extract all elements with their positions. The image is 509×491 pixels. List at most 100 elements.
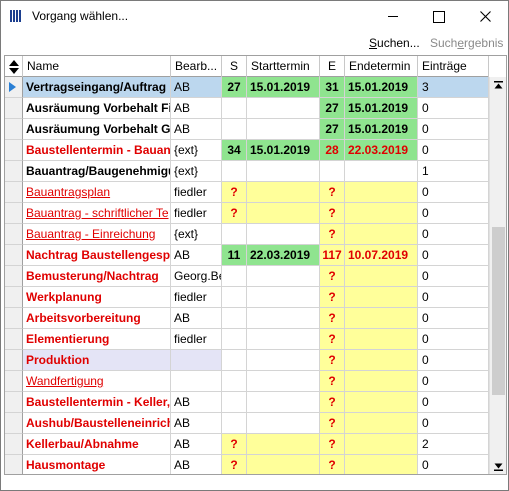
cell-bearb[interactable]: fiedler <box>171 203 222 224</box>
cell-start[interactable] <box>247 413 320 434</box>
cell-s[interactable] <box>222 329 247 350</box>
cell-count[interactable]: 0 <box>418 455 489 474</box>
maximize-icon[interactable] <box>416 1 462 32</box>
cell-s[interactable] <box>222 308 247 329</box>
cell-bearb[interactable]: AB <box>171 308 222 329</box>
cell-end[interactable]: 15.01.2019 <box>345 98 418 119</box>
cell-start[interactable]: 15.01.2019 <box>247 77 320 98</box>
cell-bearb[interactable]: fiedler <box>171 182 222 203</box>
cell-name[interactable]: Baustellentermin - Bauan <box>23 140 171 161</box>
vertical-scrollbar[interactable] <box>489 77 506 474</box>
cell-count[interactable]: 0 <box>418 119 489 140</box>
cell-start[interactable] <box>247 287 320 308</box>
cell-bearb[interactable]: AB <box>171 98 222 119</box>
cell-bearb[interactable]: Georg.Be <box>171 266 222 287</box>
cell-end[interactable] <box>345 224 418 245</box>
cell-s[interactable]: ? <box>222 434 247 455</box>
cell-bearb[interactable]: AB <box>171 119 222 140</box>
cell-e[interactable]: ? <box>320 350 345 371</box>
cell-start[interactable]: 15.01.2019 <box>247 140 320 161</box>
cell-name[interactable]: Ausräumung Vorbehalt G <box>23 119 171 140</box>
cell-name[interactable]: Nachtrag Baustellengespr <box>23 245 171 266</box>
cell-count[interactable]: 0 <box>418 413 489 434</box>
table-row[interactable]: Baustellentermin - Bauan {ext} 34 15.01.201… <box>5 140 489 161</box>
cell-start[interactable] <box>247 371 320 392</box>
cell-start[interactable] <box>247 98 320 119</box>
cell-s[interactable]: 27 <box>222 77 247 98</box>
cell-start[interactable] <box>247 161 320 182</box>
cell-name[interactable]: Vertragseingang/Auftrag <box>23 77 171 98</box>
cell-count[interactable]: 0 <box>418 287 489 308</box>
column-header-name[interactable]: Name <box>23 56 171 77</box>
cell-e[interactable]: ? <box>320 266 345 287</box>
cell-e[interactable]: ? <box>320 224 345 245</box>
cell-s[interactable] <box>222 371 247 392</box>
cell-count[interactable]: 0 <box>418 308 489 329</box>
cell-end[interactable] <box>345 203 418 224</box>
table-row[interactable]: Hausmontage AB?? 0 <box>5 455 489 474</box>
cell-s[interactable] <box>222 392 247 413</box>
cell-bearb[interactable]: AB <box>171 77 222 98</box>
cell-bearb[interactable]: fiedler <box>171 329 222 350</box>
table-row[interactable]: Bauantrag/Baugenehmigu {ext} 1 <box>5 161 489 182</box>
cell-start[interactable] <box>247 308 320 329</box>
table-row[interactable]: Baustellentermin - Keller, AB? 0 <box>5 392 489 413</box>
cell-name[interactable]: Bauantrag - schriftlicher Te <box>23 203 171 224</box>
cell-count[interactable]: 0 <box>418 350 489 371</box>
search-results-button[interactable]: Suchergebnis <box>430 36 503 50</box>
cell-count[interactable]: 0 <box>418 203 489 224</box>
cell-end[interactable] <box>345 266 418 287</box>
cell-bearb[interactable] <box>171 371 222 392</box>
cell-end[interactable] <box>345 371 418 392</box>
cell-bearb[interactable]: {ext} <box>171 161 222 182</box>
cell-count[interactable]: 0 <box>418 371 489 392</box>
cell-end[interactable]: 15.01.2019 <box>345 77 418 98</box>
cell-e[interactable]: ? <box>320 329 345 350</box>
cell-start[interactable] <box>247 266 320 287</box>
cell-e[interactable]: ? <box>320 371 345 392</box>
cell-count[interactable]: 0 <box>418 98 489 119</box>
cell-end[interactable]: 22.03.2019 <box>345 140 418 161</box>
column-header-e[interactable]: E <box>320 56 345 77</box>
table-row[interactable]: Nachtrag Baustellengespr AB 11 22.03.2019 11… <box>5 245 489 266</box>
cell-count[interactable]: 0 <box>418 182 489 203</box>
cell-count[interactable]: 1 <box>418 161 489 182</box>
cell-name[interactable]: Werkplanung <box>23 287 171 308</box>
cell-end[interactable] <box>345 182 418 203</box>
cell-e[interactable]: 117 <box>320 245 345 266</box>
table-row[interactable]: Werkplanung fiedler? 0 <box>5 287 489 308</box>
cell-s[interactable]: 34 <box>222 140 247 161</box>
table-row[interactable]: Wandfertigung? 0 <box>5 371 489 392</box>
cell-count[interactable]: 0 <box>418 266 489 287</box>
cell-name[interactable]: Bauantrag - Einreichung <box>23 224 171 245</box>
cell-s[interactable] <box>222 98 247 119</box>
cell-end[interactable] <box>345 392 418 413</box>
cell-count[interactable]: 0 <box>418 224 489 245</box>
cell-bearb[interactable]: {ext} <box>171 140 222 161</box>
cell-end[interactable] <box>345 161 418 182</box>
cell-start[interactable] <box>247 224 320 245</box>
cell-e[interactable]: 28 <box>320 140 345 161</box>
cell-e[interactable]: ? <box>320 455 345 474</box>
cell-count[interactable]: 2 <box>418 434 489 455</box>
cell-count[interactable]: 3 <box>418 77 489 98</box>
cell-bearb[interactable]: AB <box>171 245 222 266</box>
cell-start[interactable]: 22.03.2019 <box>247 245 320 266</box>
cell-start[interactable] <box>247 392 320 413</box>
table-row[interactable]: Bemusterung/Nachtrag Georg.Be? 0 <box>5 266 489 287</box>
minimize-icon[interactable] <box>370 1 416 32</box>
cell-bearb[interactable]: {ext} <box>171 224 222 245</box>
cell-e[interactable]: ? <box>320 182 345 203</box>
search-button[interactable]: Suchen... <box>369 36 420 50</box>
cell-e[interactable]: ? <box>320 308 345 329</box>
cell-s[interactable]: ? <box>222 203 247 224</box>
cell-e[interactable]: 27 <box>320 119 345 140</box>
cell-end[interactable] <box>345 455 418 474</box>
table-row[interactable]: Ausräumung Vorbehalt G AB 27 15.01.2019 0 <box>5 119 489 140</box>
column-header-s[interactable]: S <box>222 56 247 77</box>
table-row[interactable]: Ausräumung Vorbehalt Fi AB 27 15.01.2019 0 <box>5 98 489 119</box>
column-header-bearb[interactable]: Bearb... <box>171 56 222 77</box>
cell-end[interactable] <box>345 329 418 350</box>
close-icon[interactable] <box>462 1 508 32</box>
cell-start[interactable] <box>247 203 320 224</box>
